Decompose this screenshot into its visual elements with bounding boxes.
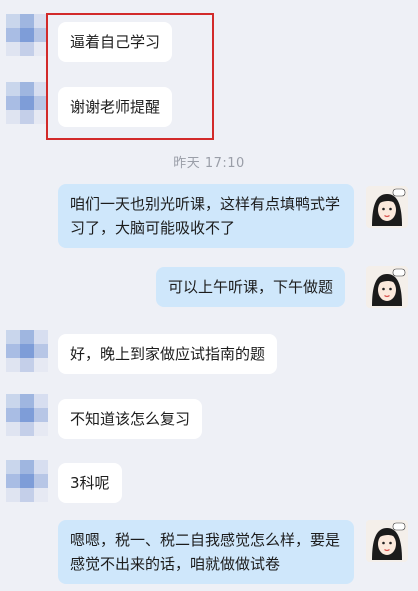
contact-avatar[interactable] [6,394,48,436]
timestamp: 昨天 17:10 [173,156,245,171]
user-avatar[interactable] [366,186,408,228]
message-text: 可以上午听课，下午做题 [168,278,334,296]
contact-avatar[interactable] [6,14,48,56]
message-text: 3科呢 [70,474,110,492]
message-text: 好，晚上到家做应试指南的题 [70,345,266,363]
highlight-annotation-box [46,13,214,140]
user-avatar[interactable] [366,520,408,562]
user-avatar-image [366,186,408,228]
message-bubble[interactable]: 3科呢 [58,463,122,503]
message-bubble[interactable]: 好，晚上到家做应试指南的题 [58,334,278,374]
message-bubble[interactable]: 嗯嗯，税一、税二自我感觉怎么样，要是感觉不出来的话，咱就做做试卷 [58,520,354,584]
chat-area: 逼着自己学习 谢谢老师提醒 昨天 17:10 咱们一天也别光听课，这样有点填鸭式… [0,0,418,591]
message-text: 嗯嗯，税一、税二自我感觉怎么样，要是感觉不出来的话，咱就做做试卷 [70,531,341,573]
message-bubble[interactable]: 可以上午听课，下午做题 [156,267,346,307]
message-bubble[interactable]: 咱们一天也别光听课，这样有点填鸭式学习了，大脑可能吸收不了 [58,184,354,248]
message-text: 咱们一天也别光听课，这样有点填鸭式学习了，大脑可能吸收不了 [70,195,341,237]
user-avatar-image [366,266,408,308]
contact-avatar[interactable] [6,82,48,124]
user-avatar[interactable] [366,266,408,308]
message-bubble[interactable]: 不知道该怎么复习 [58,399,203,439]
user-avatar-image [366,520,408,562]
contact-avatar[interactable] [6,460,48,502]
contact-avatar[interactable] [6,330,48,372]
message-text: 不知道该怎么复习 [70,410,191,428]
